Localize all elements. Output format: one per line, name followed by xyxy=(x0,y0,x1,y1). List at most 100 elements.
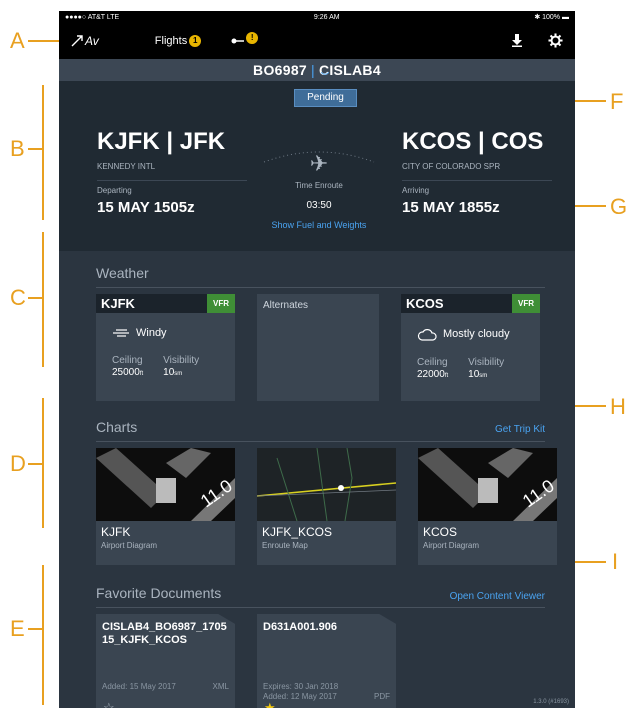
airport-diagram-thumbnail: 11.0 xyxy=(96,448,235,521)
callout-b: B xyxy=(10,136,25,161)
documents-header: Favorite Documents Open Content Viewer xyxy=(59,585,575,602)
flights-badge: 1 xyxy=(189,35,202,47)
document-type: PDF xyxy=(374,692,390,701)
arrival-block: KCOS | COS CITY OF COLORADO SPR Arriving… xyxy=(402,128,552,216)
weather-card-destination[interactable]: KCOS VFR Mostly cloudy Ceiling 22000ft Vi… xyxy=(401,294,540,401)
departure-time: 15 MAY 1505z xyxy=(97,199,195,216)
document-card[interactable]: D631A001.906 Expires: 30 Jan 2018 Added:… xyxy=(257,614,396,708)
flight-number: BO6987 xyxy=(253,62,307,78)
ceiling-value: 25000 xyxy=(112,367,140,378)
departure-name: KENNEDY INTL xyxy=(97,162,156,171)
arriving-label: Arriving xyxy=(402,186,430,195)
weather-card-header: KJFK VFR xyxy=(96,294,235,313)
document-title: D631A001.906 xyxy=(263,621,338,633)
charts-header: Charts Get Trip Kit xyxy=(59,419,575,435)
callout-e: E xyxy=(10,616,25,641)
wind-icon xyxy=(113,329,129,337)
station-id: KJFK xyxy=(101,296,135,311)
callout-e-line xyxy=(28,628,42,630)
callout-d-bracket xyxy=(42,398,44,528)
chart-card[interactable]: 11.0 KCOS Airport Diagram xyxy=(418,448,557,565)
callout-c-line xyxy=(28,297,42,299)
flight-status-button[interactable]: Pending xyxy=(294,89,357,107)
battery-indicator: ✱ 100% ▬ xyxy=(534,14,569,21)
document-added: Added: 15 May 2017 xyxy=(102,682,176,691)
chart-name: KCOS xyxy=(423,525,458,539)
weather-card-origin[interactable]: KJFK VFR Windy Ceiling 25000ft Visibility… xyxy=(96,294,235,401)
flights-tab[interactable]: Flights 1 xyxy=(154,35,202,47)
callout-e-bracket xyxy=(42,565,44,705)
callout-c: C xyxy=(10,285,26,310)
condition-text: Windy xyxy=(136,327,167,339)
chart-card[interactable]: 11.0 KJFK Airport Diagram xyxy=(96,448,235,565)
callout-a-line xyxy=(28,40,59,42)
weather-row: KJFK VFR Windy Ceiling 25000ft Visibility… xyxy=(59,288,575,401)
flight-title-bar: BO6987 | CISLAB4 ︶ xyxy=(59,59,575,81)
favorite-star-icon[interactable]: ★ xyxy=(264,700,276,708)
visibility-unit: sm xyxy=(479,373,488,379)
callout-d-line xyxy=(28,463,42,465)
departing-label: Departing xyxy=(97,186,132,195)
visibility-value: 10 xyxy=(468,369,480,380)
visibility-value: 10 xyxy=(163,367,175,378)
favorite-star-icon[interactable]: ☆ xyxy=(103,700,115,708)
weather-heading: Weather xyxy=(96,265,149,281)
visibility-label: Visibility xyxy=(163,355,200,366)
settings-button[interactable] xyxy=(548,33,563,51)
chart-card[interactable]: KJFK_KCOS Enroute Map xyxy=(257,448,396,565)
download-icon xyxy=(512,34,522,47)
departure-block: KJFK | JFK KENNEDY INTL Departing 15 MAY… xyxy=(97,128,247,216)
callout-g: G xyxy=(610,194,628,219)
gear-icon xyxy=(548,33,563,48)
callout-c-bracket xyxy=(42,232,44,367)
ceiling-stat: Ceiling 22000ft xyxy=(417,357,448,380)
enroute-map-thumbnail xyxy=(257,448,396,522)
callout-f: F xyxy=(610,89,624,114)
callout-d: D xyxy=(10,451,26,476)
arrival-name: CITY OF COLORADO SPR xyxy=(402,162,501,171)
charts-row: 11.0 KJFK Airport Diagram KJFK_KCOS Enro… xyxy=(59,442,575,565)
callout-i: I xyxy=(612,549,619,574)
version-label: 1.3.0 (#1693) xyxy=(533,699,569,705)
show-fuel-link[interactable]: Show Fuel and Weights xyxy=(259,220,379,230)
chart-type: Enroute Map xyxy=(262,541,308,550)
app-screen: ●●●●○ AT&T LTE 9:26 AM ✱ 100% ▬ Av Fligh… xyxy=(59,11,575,708)
document-meta: Added: 15 May 2017 XML xyxy=(102,682,229,692)
weather-condition: Mostly cloudy xyxy=(417,327,540,341)
callout-h: H xyxy=(610,394,626,419)
chart-name: KJFK xyxy=(101,525,131,539)
time-enroute-label: Time Enroute xyxy=(295,181,343,190)
alternates-card[interactable]: Alternates xyxy=(257,294,379,401)
callout-a: A xyxy=(10,28,25,53)
flight-arc xyxy=(263,151,375,163)
ceiling-stat: Ceiling 25000ft xyxy=(112,355,143,378)
chart-type: Airport Diagram xyxy=(101,541,158,550)
weather-stats: Ceiling 22000ft Visibility 10sm xyxy=(417,357,540,380)
app-logo-button[interactable]: Av xyxy=(71,34,99,48)
route-panel: Pending KJFK | JFK KENNEDY INTL Departin… xyxy=(59,81,575,251)
status-bar: ●●●●○ AT&T LTE 9:26 AM ✱ 100% ▬ xyxy=(59,11,575,23)
alert-badge: ! xyxy=(246,32,259,44)
get-trip-kit-link[interactable]: Get Trip Kit xyxy=(495,424,545,435)
document-card[interactable]: CISLAB4_BO6987_170515_KJFK_KCOS Added: 1… xyxy=(96,614,235,708)
time-enroute-value: 03:50 xyxy=(306,200,332,211)
arrow-logo-icon xyxy=(71,35,83,47)
ceiling-unit: ft xyxy=(139,371,144,377)
enroute-block: ✈ Time Enroute 03:50 Show Fuel and Weigh… xyxy=(259,151,379,230)
download-button[interactable] xyxy=(511,34,523,50)
ceiling-label: Ceiling xyxy=(112,355,143,366)
divider xyxy=(402,180,552,181)
flight-rule-badge: VFR xyxy=(207,294,235,313)
flights-tab-label: Flights xyxy=(154,35,188,47)
weather-card-header: KCOS VFR xyxy=(401,294,540,313)
visibility-label: Visibility xyxy=(468,357,505,368)
document-added: Added: 12 May 2017 xyxy=(263,692,337,701)
clock: 9:26 AM xyxy=(313,13,340,21)
open-content-viewer-link[interactable]: Open Content Viewer xyxy=(450,591,545,602)
transfer-tab[interactable]: ! xyxy=(231,32,259,46)
title-divider: | xyxy=(311,62,315,78)
ceiling-label: Ceiling xyxy=(417,357,448,368)
condition-text: Mostly cloudy xyxy=(443,328,510,340)
chart-name: KJFK_KCOS xyxy=(262,525,333,539)
visibility-stat: Visibility 10sm xyxy=(468,357,504,380)
